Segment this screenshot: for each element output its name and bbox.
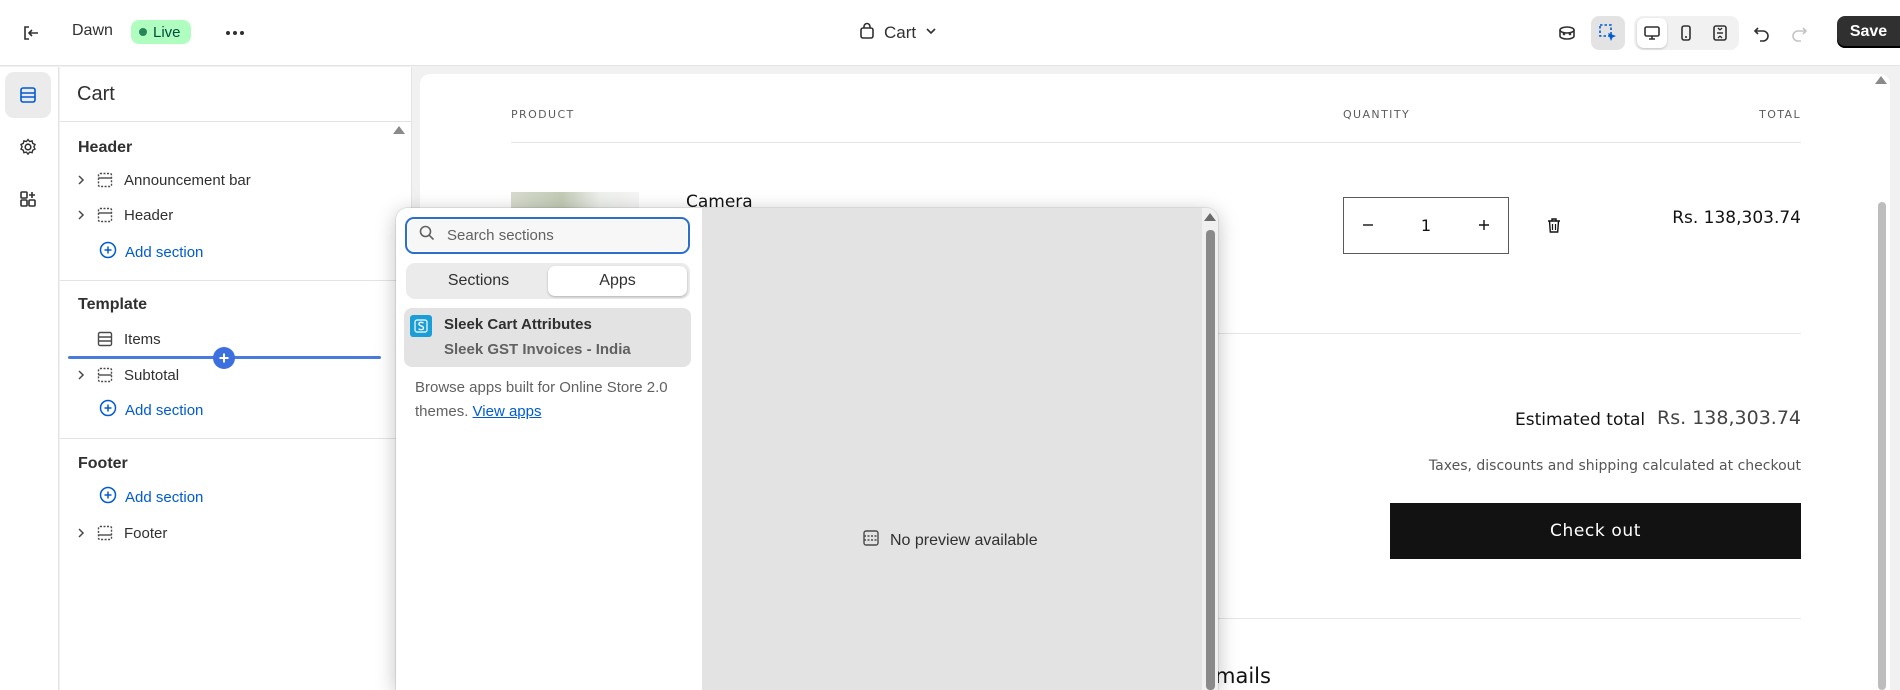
plus-icon[interactable] bbox=[1478, 216, 1490, 235]
minus-icon[interactable] bbox=[1362, 216, 1374, 235]
page-selector[interactable]: Cart bbox=[858, 20, 938, 46]
live-label: Live bbox=[153, 23, 181, 41]
viewport-switcher bbox=[1634, 16, 1739, 50]
fullscreen-view-icon[interactable] bbox=[1705, 18, 1735, 48]
sections-icon[interactable] bbox=[5, 72, 51, 118]
section-layout-icon bbox=[96, 206, 114, 224]
editor-rail bbox=[0, 67, 59, 690]
divider bbox=[60, 280, 412, 281]
plus-circle-icon bbox=[99, 241, 117, 263]
chevron-right-icon[interactable] bbox=[74, 368, 88, 382]
app-block-item[interactable]: Sleek Cart Attributes Sleek GST Invoices… bbox=[404, 308, 691, 367]
tax-note: Taxes, discounts and shipping calculated… bbox=[1428, 458, 1801, 474]
estimated-total-label: Estimated total bbox=[1515, 410, 1646, 430]
quantity-value[interactable]: 1 bbox=[1421, 216, 1431, 235]
search-icon bbox=[419, 225, 435, 246]
add-section-label: Add section bbox=[125, 401, 204, 419]
app-block-title: Sleek Cart Attributes bbox=[444, 316, 592, 333]
theme-settings-gear-icon[interactable] bbox=[5, 124, 51, 170]
sidebar-item-label: Announcement bar bbox=[124, 171, 251, 189]
chevron-down-icon bbox=[924, 23, 938, 43]
canvas-scrollbar[interactable] bbox=[1878, 202, 1886, 690]
add-section-popover: Sections Apps Sleek Cart Attributes Slee… bbox=[396, 208, 1218, 690]
plus-circle-icon bbox=[99, 486, 117, 508]
group-footer-label: Footer bbox=[78, 455, 128, 472]
search-sections-input[interactable] bbox=[447, 227, 667, 244]
preview-pane: No preview available bbox=[702, 208, 1202, 690]
chevron-right-icon[interactable] bbox=[74, 173, 88, 187]
top-bar: Dawn Live Cart Save bbox=[0, 0, 1900, 66]
sidebar-item-announcement-bar[interactable]: Announcement bar bbox=[74, 167, 374, 193]
tab-sections[interactable]: Sections bbox=[409, 266, 548, 296]
section-layout-icon bbox=[96, 366, 114, 384]
checkout-button[interactable]: Check out bbox=[1390, 503, 1801, 559]
scroll-up-icon[interactable] bbox=[1204, 213, 1216, 221]
canvas-scroll-up-icon[interactable] bbox=[1875, 76, 1887, 84]
popover-list-pane: Sections Apps Sleek Cart Attributes Slee… bbox=[396, 208, 702, 690]
newsletter-heading: mails bbox=[1215, 664, 1271, 688]
scroll-up-icon[interactable] bbox=[393, 126, 405, 134]
chevron-right-icon[interactable] bbox=[74, 526, 88, 540]
chevron-right-icon[interactable] bbox=[74, 208, 88, 222]
page-label: Cart bbox=[884, 23, 917, 42]
more-actions-icon[interactable] bbox=[222, 20, 248, 46]
view-apps-link[interactable]: View apps bbox=[473, 403, 542, 420]
section-layout-icon bbox=[96, 524, 114, 542]
tab-switcher: Sections Apps bbox=[406, 263, 690, 299]
search-field bbox=[405, 217, 690, 254]
sidebar-item-footer[interactable]: Footer bbox=[74, 520, 374, 546]
browse-apps-text: Browse apps built for Online Store 2.0 t… bbox=[415, 376, 685, 424]
column-header-product: PRODUCT bbox=[511, 108, 575, 121]
plus-circle-icon bbox=[99, 399, 117, 421]
quantity-stepper: 1 bbox=[1343, 197, 1509, 254]
bag-icon bbox=[858, 22, 876, 45]
add-section-footer-button[interactable]: Add section bbox=[99, 485, 203, 509]
sidebar-item-label: Subtotal bbox=[124, 366, 180, 384]
add-section-template-button[interactable]: Add section bbox=[99, 398, 203, 422]
trash-icon[interactable] bbox=[1544, 215, 1564, 235]
sidebar-item-label: Header bbox=[124, 206, 174, 224]
group-header-label: Header bbox=[78, 139, 133, 156]
column-header-quantity: QUANTITY bbox=[1343, 108, 1411, 121]
app-logo-icon bbox=[410, 315, 432, 337]
divider bbox=[511, 142, 1801, 143]
inspector-select-icon[interactable] bbox=[1591, 16, 1625, 50]
customer-privacy-icon[interactable] bbox=[1550, 16, 1584, 50]
no-preview-message: No preview available bbox=[862, 529, 1038, 552]
divider bbox=[60, 438, 412, 439]
sidebar-item-header[interactable]: Header bbox=[74, 202, 374, 228]
undo-icon[interactable] bbox=[1745, 16, 1779, 50]
sidebar-item-label: Footer bbox=[124, 524, 168, 542]
scrollbar-thumb[interactable] bbox=[1206, 230, 1215, 690]
save-button[interactable]: Save bbox=[1837, 16, 1900, 48]
sections-sidebar: Cart Header Announcement bar Header Add … bbox=[60, 67, 412, 690]
no-preview-label: No preview available bbox=[890, 531, 1038, 549]
popover-scrollbar[interactable] bbox=[1202, 208, 1218, 690]
add-section-label: Add section bbox=[125, 488, 204, 506]
app-embeds-icon[interactable] bbox=[5, 176, 51, 222]
desktop-view-icon[interactable] bbox=[1637, 18, 1667, 48]
app-block-subtitle: Sleek GST Invoices - India bbox=[444, 341, 631, 358]
section-layout-icon bbox=[862, 529, 880, 552]
line-item-price: Rs. 138,303.74 bbox=[1672, 208, 1801, 228]
sidebar-item-subtotal[interactable]: Subtotal bbox=[74, 362, 374, 388]
section-layout-icon bbox=[96, 171, 114, 189]
add-section-header-button[interactable]: Add section bbox=[99, 240, 203, 264]
status-dot-icon bbox=[139, 28, 147, 36]
add-section-label: Add section bbox=[125, 243, 204, 261]
theme-name[interactable]: Dawn bbox=[72, 20, 113, 42]
sidebar-item-label: Items bbox=[124, 330, 161, 348]
section-layout-icon bbox=[96, 330, 114, 348]
estimated-total-value: Rs. 138,303.74 bbox=[1657, 407, 1801, 429]
mobile-view-icon[interactable] bbox=[1671, 18, 1701, 48]
exit-icon[interactable] bbox=[18, 20, 44, 46]
group-template-label: Template bbox=[78, 296, 148, 313]
live-badge: Live bbox=[131, 20, 191, 44]
column-header-total: TOTAL bbox=[1759, 108, 1801, 121]
tab-apps[interactable]: Apps bbox=[548, 266, 687, 296]
sidebar-title: Cart bbox=[77, 83, 115, 105]
divider bbox=[60, 121, 412, 122]
redo-icon[interactable] bbox=[1782, 16, 1816, 50]
